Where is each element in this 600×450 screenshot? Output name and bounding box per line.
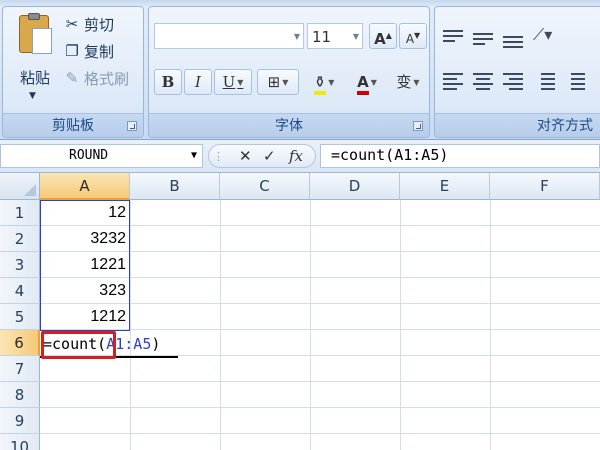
row-header-5[interactable]: 5	[0, 304, 40, 330]
gridline	[400, 200, 401, 450]
grow-font-button[interactable]: A▲	[369, 23, 397, 49]
font-name-combo[interactable]: ▼	[154, 23, 304, 49]
range-reference-highlight	[40, 200, 130, 331]
column-header-d[interactable]: D	[310, 173, 400, 200]
font-dialog-launcher-icon[interactable]	[413, 121, 423, 131]
shrink-font-icon: A	[405, 32, 415, 46]
gridline	[490, 200, 491, 450]
shrink-font-button[interactable]: A▼	[399, 23, 427, 49]
worksheet-grid: A B C D E F 1 2 3 4 5 6 7 8 9 10 12 3232…	[0, 173, 600, 450]
gridline	[130, 200, 131, 450]
paste-dropdown-icon[interactable]: ▼	[29, 91, 36, 101]
font-size-value: 11	[312, 28, 332, 46]
formula-buttons: ⋮ ✕ ✓ fx	[208, 144, 316, 168]
fill-color-button[interactable]: ⚱ ▼	[303, 69, 345, 95]
column-header-e[interactable]: E	[400, 173, 490, 200]
gridline	[220, 200, 221, 450]
gridline	[310, 200, 311, 450]
align-bottom-icon[interactable]	[501, 27, 525, 48]
name-box-dropdown-icon[interactable]: ▼	[191, 150, 197, 161]
brush-icon: ✎	[65, 69, 79, 87]
paste-icon	[19, 13, 52, 54]
row-header-4[interactable]: 4	[0, 278, 40, 304]
formula-bar: ROUND ▼ ⋮ ✕ ✓ fx =count(A1:A5)	[0, 140, 600, 173]
italic-button[interactable]: I	[184, 69, 212, 95]
format-painter-label: 格式刷	[84, 69, 130, 88]
row-header-6[interactable]: 6	[0, 330, 40, 356]
underline-button[interactable]: U ▼	[214, 69, 252, 95]
column-header-a[interactable]: A	[40, 173, 130, 200]
grow-font-icon: A	[374, 30, 386, 48]
row-header-7[interactable]: 7	[0, 356, 40, 382]
row-header-10[interactable]: 10	[0, 434, 40, 450]
paste-button[interactable]: 粘贴 ▼	[9, 11, 61, 107]
font-name-dropdown-icon[interactable]: ▼	[294, 32, 300, 41]
bold-button[interactable]: B	[154, 69, 182, 95]
font-color-button[interactable]: A ▼	[347, 69, 387, 95]
resize-handle-icon[interactable]: ⋮	[213, 150, 224, 163]
annotation-highlight-box	[41, 331, 116, 359]
formula-suffix: )	[151, 335, 161, 353]
font-group: ▼ 11 ▼ A▲ A▼ B I U ▼ ⊞ ▼ ⚱ ▼ A ▼ 变 ▼ 字体	[148, 6, 430, 138]
clipboard-group-title: 剪贴板	[3, 113, 143, 137]
row-header-3[interactable]: 3	[0, 252, 40, 278]
column-header-b[interactable]: B	[130, 173, 220, 200]
column-header-c[interactable]: C	[220, 173, 310, 200]
decrease-indent-icon[interactable]	[533, 71, 557, 91]
column-header-f[interactable]: F	[490, 173, 600, 200]
font-size-combo[interactable]: 11 ▼	[307, 23, 363, 49]
align-center-icon[interactable]	[471, 71, 495, 91]
insert-function-icon[interactable]: fx	[289, 147, 303, 165]
bold-icon: B	[161, 73, 175, 91]
italic-icon: I	[195, 73, 201, 91]
phonetic-guide-icon: 变	[396, 73, 412, 91]
formula-input[interactable]: =count(A1:A5)	[320, 144, 600, 168]
increase-indent-icon[interactable]	[563, 71, 587, 91]
fill-color-icon: ⚱	[313, 73, 327, 95]
row-header-8[interactable]: 8	[0, 382, 40, 408]
format-painter-button[interactable]: ✎ 格式刷	[63, 67, 129, 89]
gridline	[40, 381, 600, 382]
copy-button[interactable]: ❐ 复制	[63, 40, 114, 62]
alignment-group-title: 对齐方式	[435, 113, 600, 137]
font-group-title: 字体	[149, 113, 429, 137]
borders-icon: ⊞	[267, 73, 281, 91]
orientation-icon[interactable]: ⟋▾	[533, 25, 557, 45]
font-color-icon: A	[357, 73, 369, 95]
borders-button[interactable]: ⊞ ▼	[257, 69, 299, 95]
cut-button[interactable]: ✂ 剪切	[63, 13, 114, 35]
align-right-icon[interactable]	[501, 71, 525, 91]
clipboard-dialog-launcher-icon[interactable]	[127, 121, 137, 131]
gridline	[40, 433, 600, 434]
enter-icon[interactable]: ✓	[263, 147, 276, 165]
align-top-icon[interactable]	[441, 27, 465, 47]
clipboard-group: 粘贴 ▼ ✂ 剪切 ❐ 复制 ✎ 格式刷 剪贴板	[2, 6, 144, 138]
underline-icon: U	[222, 73, 236, 91]
phonetic-guide-button[interactable]: 变 ▼	[389, 69, 427, 95]
row-header-9[interactable]: 9	[0, 408, 40, 434]
copy-label: 复制	[84, 42, 115, 61]
name-box-value: ROUND	[69, 148, 109, 163]
copy-icon: ❐	[65, 42, 79, 60]
align-middle-icon[interactable]	[471, 27, 495, 47]
alignment-group: ⟋▾ 对齐方式	[434, 6, 600, 138]
ribbon: 粘贴 ▼ ✂ 剪切 ❐ 复制 ✎ 格式刷 剪贴板 ▼ 11 ▼ A▲ A▼ B …	[0, 0, 600, 140]
select-all-button[interactable]	[0, 173, 40, 200]
row-header-2[interactable]: 2	[0, 226, 40, 252]
gridline	[40, 407, 600, 408]
cancel-icon[interactable]: ✕	[239, 147, 252, 165]
font-size-dropdown-icon[interactable]: ▼	[353, 32, 359, 41]
align-left-icon[interactable]	[441, 71, 465, 91]
row-header-1[interactable]: 1	[0, 200, 40, 226]
scissors-icon: ✂	[65, 15, 79, 33]
name-box[interactable]: ROUND ▼	[0, 144, 203, 168]
cut-label: 剪切	[84, 15, 115, 34]
paste-label: 粘贴	[19, 69, 50, 87]
